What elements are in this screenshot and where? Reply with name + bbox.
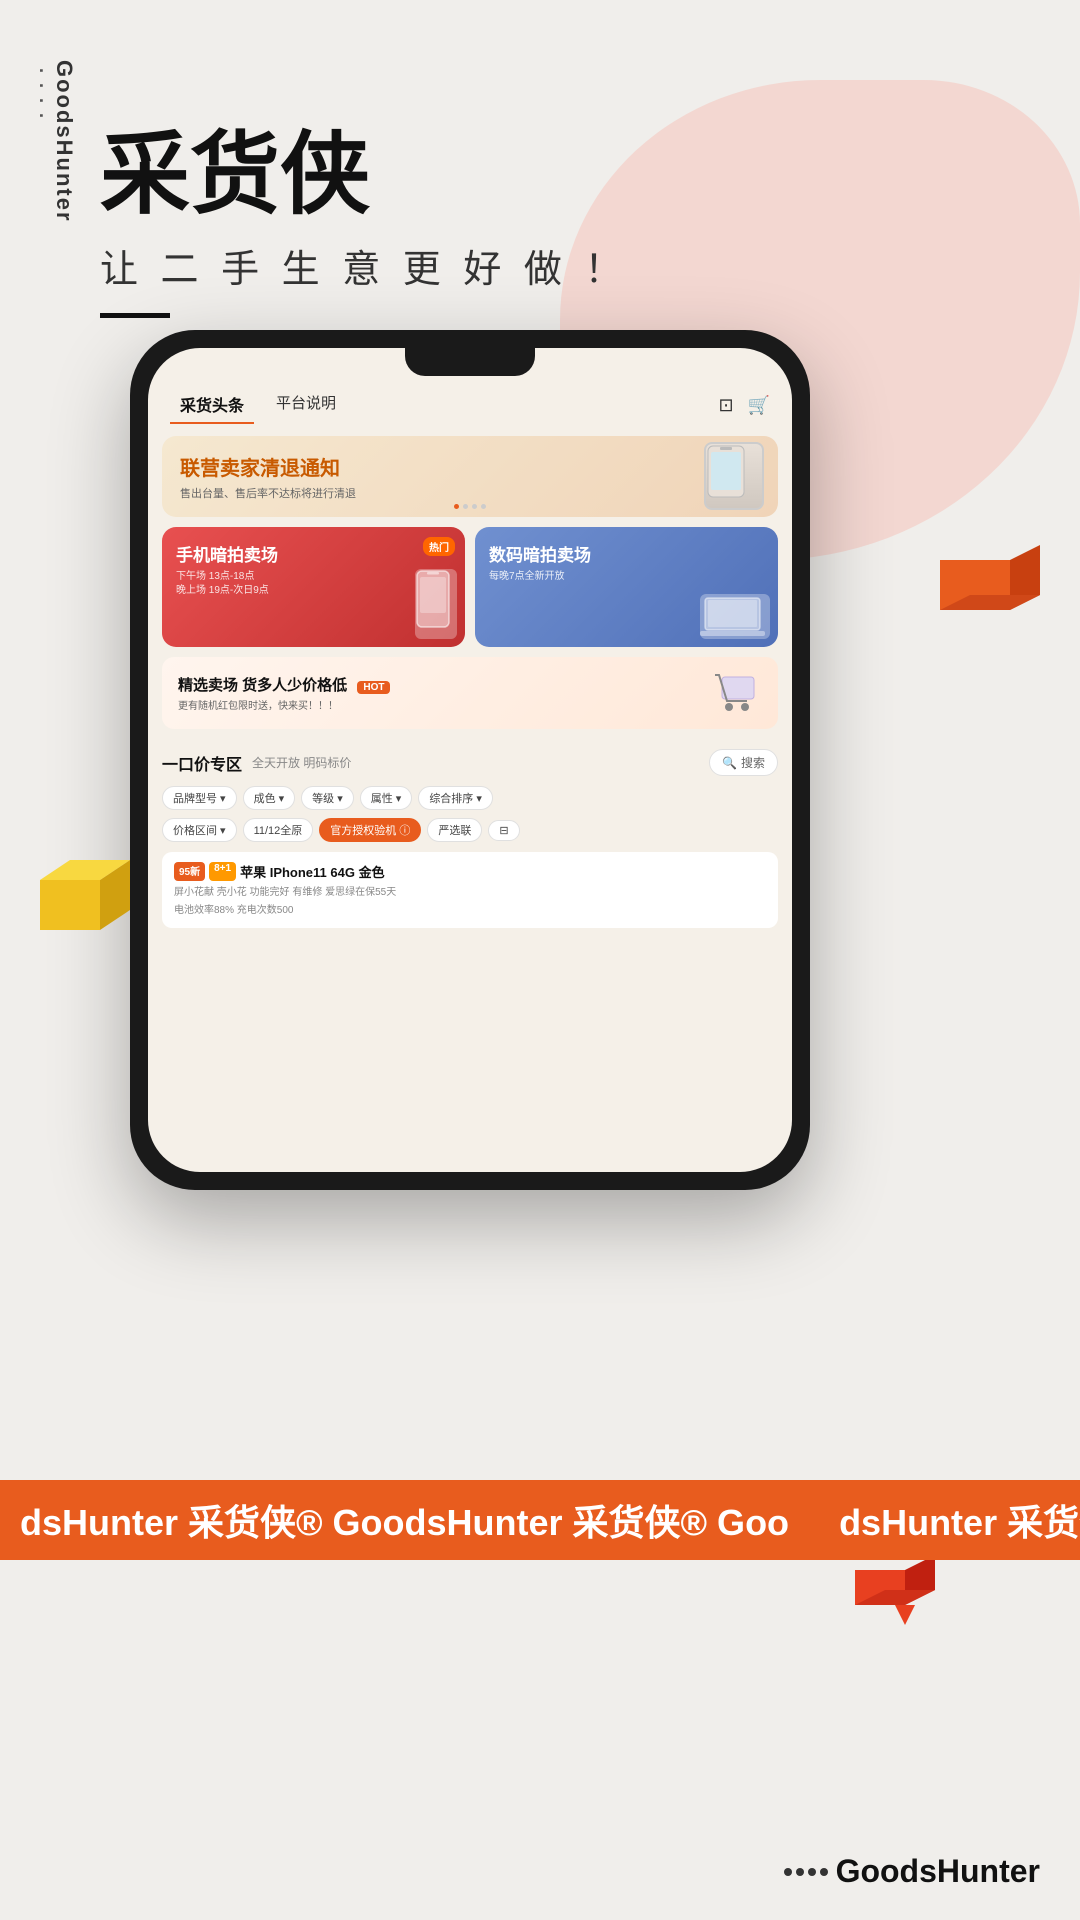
laptop-illustration [700,594,770,639]
banner-text: 联营卖家清退通知 售出台量、售后率不达标将进行清退 [180,452,356,501]
banner-dots [454,504,486,509]
cart-icon[interactable]: 🛒 [748,395,770,416]
filter-brand[interactable]: 品牌型号 ▾ [162,786,237,810]
filter-row-2: 价格区间 ▾ 11/12全原 官方授权验机 ⓘ 严选联 ⊟ [148,814,792,846]
headline-section: 采货侠 让 二 手 生 意 更 好 做 ！ [100,130,628,318]
phone-mockup: 采货头条 平台说明 ⊡ 🛒 联营卖家清退通知 售出台量、售后率不达标将进行清退 [130,330,810,1190]
banner-phone-image [704,442,764,510]
hot-badge: 热门 [423,537,455,556]
fixed-price-subtitle: 全天开放 明码标价 [252,754,351,771]
app-title: 采货侠 [100,130,628,220]
topbar-tabs: 采货头条 平台说明 [170,386,710,424]
grade-tag: 95新 [174,862,205,881]
scan-icon[interactable]: ⊡ [718,395,733,416]
cart-illustration [707,669,762,717]
tab-platform[interactable]: 平台说明 [266,386,346,424]
product-desc-2: 电池效率88% 充电次数500 [174,903,766,918]
footer-area: GoodsHunter [784,1853,1040,1890]
product-item[interactable]: 95新 8+1 苹果 IPhone11 64G 金色 屏小花献 壳小花 功能完好… [162,852,778,928]
hot-tag: HOT [357,681,390,694]
filter-sort[interactable]: 综合排序 ▾ [418,786,493,810]
yellow-block-left [20,840,140,960]
filter-strict[interactable]: 严选联 [427,818,482,842]
phone-frame: 采货头条 平台说明 ⊡ 🛒 联营卖家清退通知 售出台量、售后率不达标将进行清退 [130,330,810,1190]
phone-notch [405,348,535,376]
red-block-bottom [840,1550,950,1640]
select-market-banner[interactable]: 精选卖场 货多人少价格低 HOT 更有随机红包限时送，快来买！！！ [162,657,778,729]
orange-strip: dsHunter 采货侠® GoodsHunter 采货侠® Goo dsHun… [0,1480,1080,1560]
filter-color[interactable]: 成色 ▾ [243,786,296,810]
filter-row-1: 品牌型号 ▾ 成色 ▾ 等级 ▾ 属性 ▾ 综合排序 ▾ [148,782,792,814]
category-row: 热门 手机暗拍卖场 下午场 13点-18点晚上场 19点-次日9点 数 [162,527,778,647]
footer-dots [784,1868,828,1876]
product-tags: 95新 8+1 苹果 IPhone11 64G 金色 [174,862,766,881]
filter-price-range[interactable]: 价格区间 ▾ [162,818,237,842]
digital-auction-card[interactable]: 数码暗拍卖场 每晚7点全新开放 [475,527,778,647]
app-subtitle: 让 二 手 生 意 更 好 做 ！ [100,238,628,293]
fixed-price-header: 一口价专区 全天开放 明码标价 🔍 搜索 [148,739,792,782]
filter-attr[interactable]: 属性 ▾ [360,786,413,810]
headline-underline [100,313,170,318]
count-tag: 8+1 [209,862,236,881]
product-name: 苹果 IPhone11 64G 金色 [240,862,385,881]
fixed-price-title: 一口价专区 [162,751,242,775]
topbar-icons: ⊡ 🛒 [718,395,770,416]
filter-verified[interactable]: 官方授权验机 ⓘ [319,818,421,842]
strip-text: dsHunter 采货侠® GoodsHunter 采货侠® Goo dsHun… [0,1494,1080,1546]
product-desc-1: 屏小花献 壳小花 功能完好 有维修 爱思绿在保55天 [174,885,766,900]
tab-news[interactable]: 采货头条 [170,386,254,424]
filter-grade[interactable]: 等级 ▾ [301,786,354,810]
orange-block-right [910,540,1050,650]
phone-screen: 采货头条 平台说明 ⊡ 🛒 联营卖家清退通知 售出台量、售后率不达标将进行清退 [148,348,792,1172]
filter-extra[interactable]: ⊟ [488,820,519,841]
main-banner[interactable]: 联营卖家清退通知 售出台量、售后率不达标将进行清退 [162,436,778,517]
screen-content: 采货头条 平台说明 ⊡ 🛒 联营卖家清退通知 售出台量、售后率不达标将进行清退 [148,348,792,1172]
brand-vertical: GoodsHunter · · · · [30,60,77,223]
select-banner-text: 精选卖场 货多人少价格低 HOT 更有随机红包限时送，快来买！！！ [178,674,390,712]
search-icon: 🔍 [722,756,737,770]
phone-illustration [415,569,457,639]
filter-original[interactable]: 11/12全原 [243,818,314,842]
footer-brand: GoodsHunter [836,1853,1040,1890]
phone-auction-card[interactable]: 热门 手机暗拍卖场 下午场 13点-18点晚上场 19点-次日9点 [162,527,465,647]
search-button[interactable]: 🔍 搜索 [709,749,778,776]
